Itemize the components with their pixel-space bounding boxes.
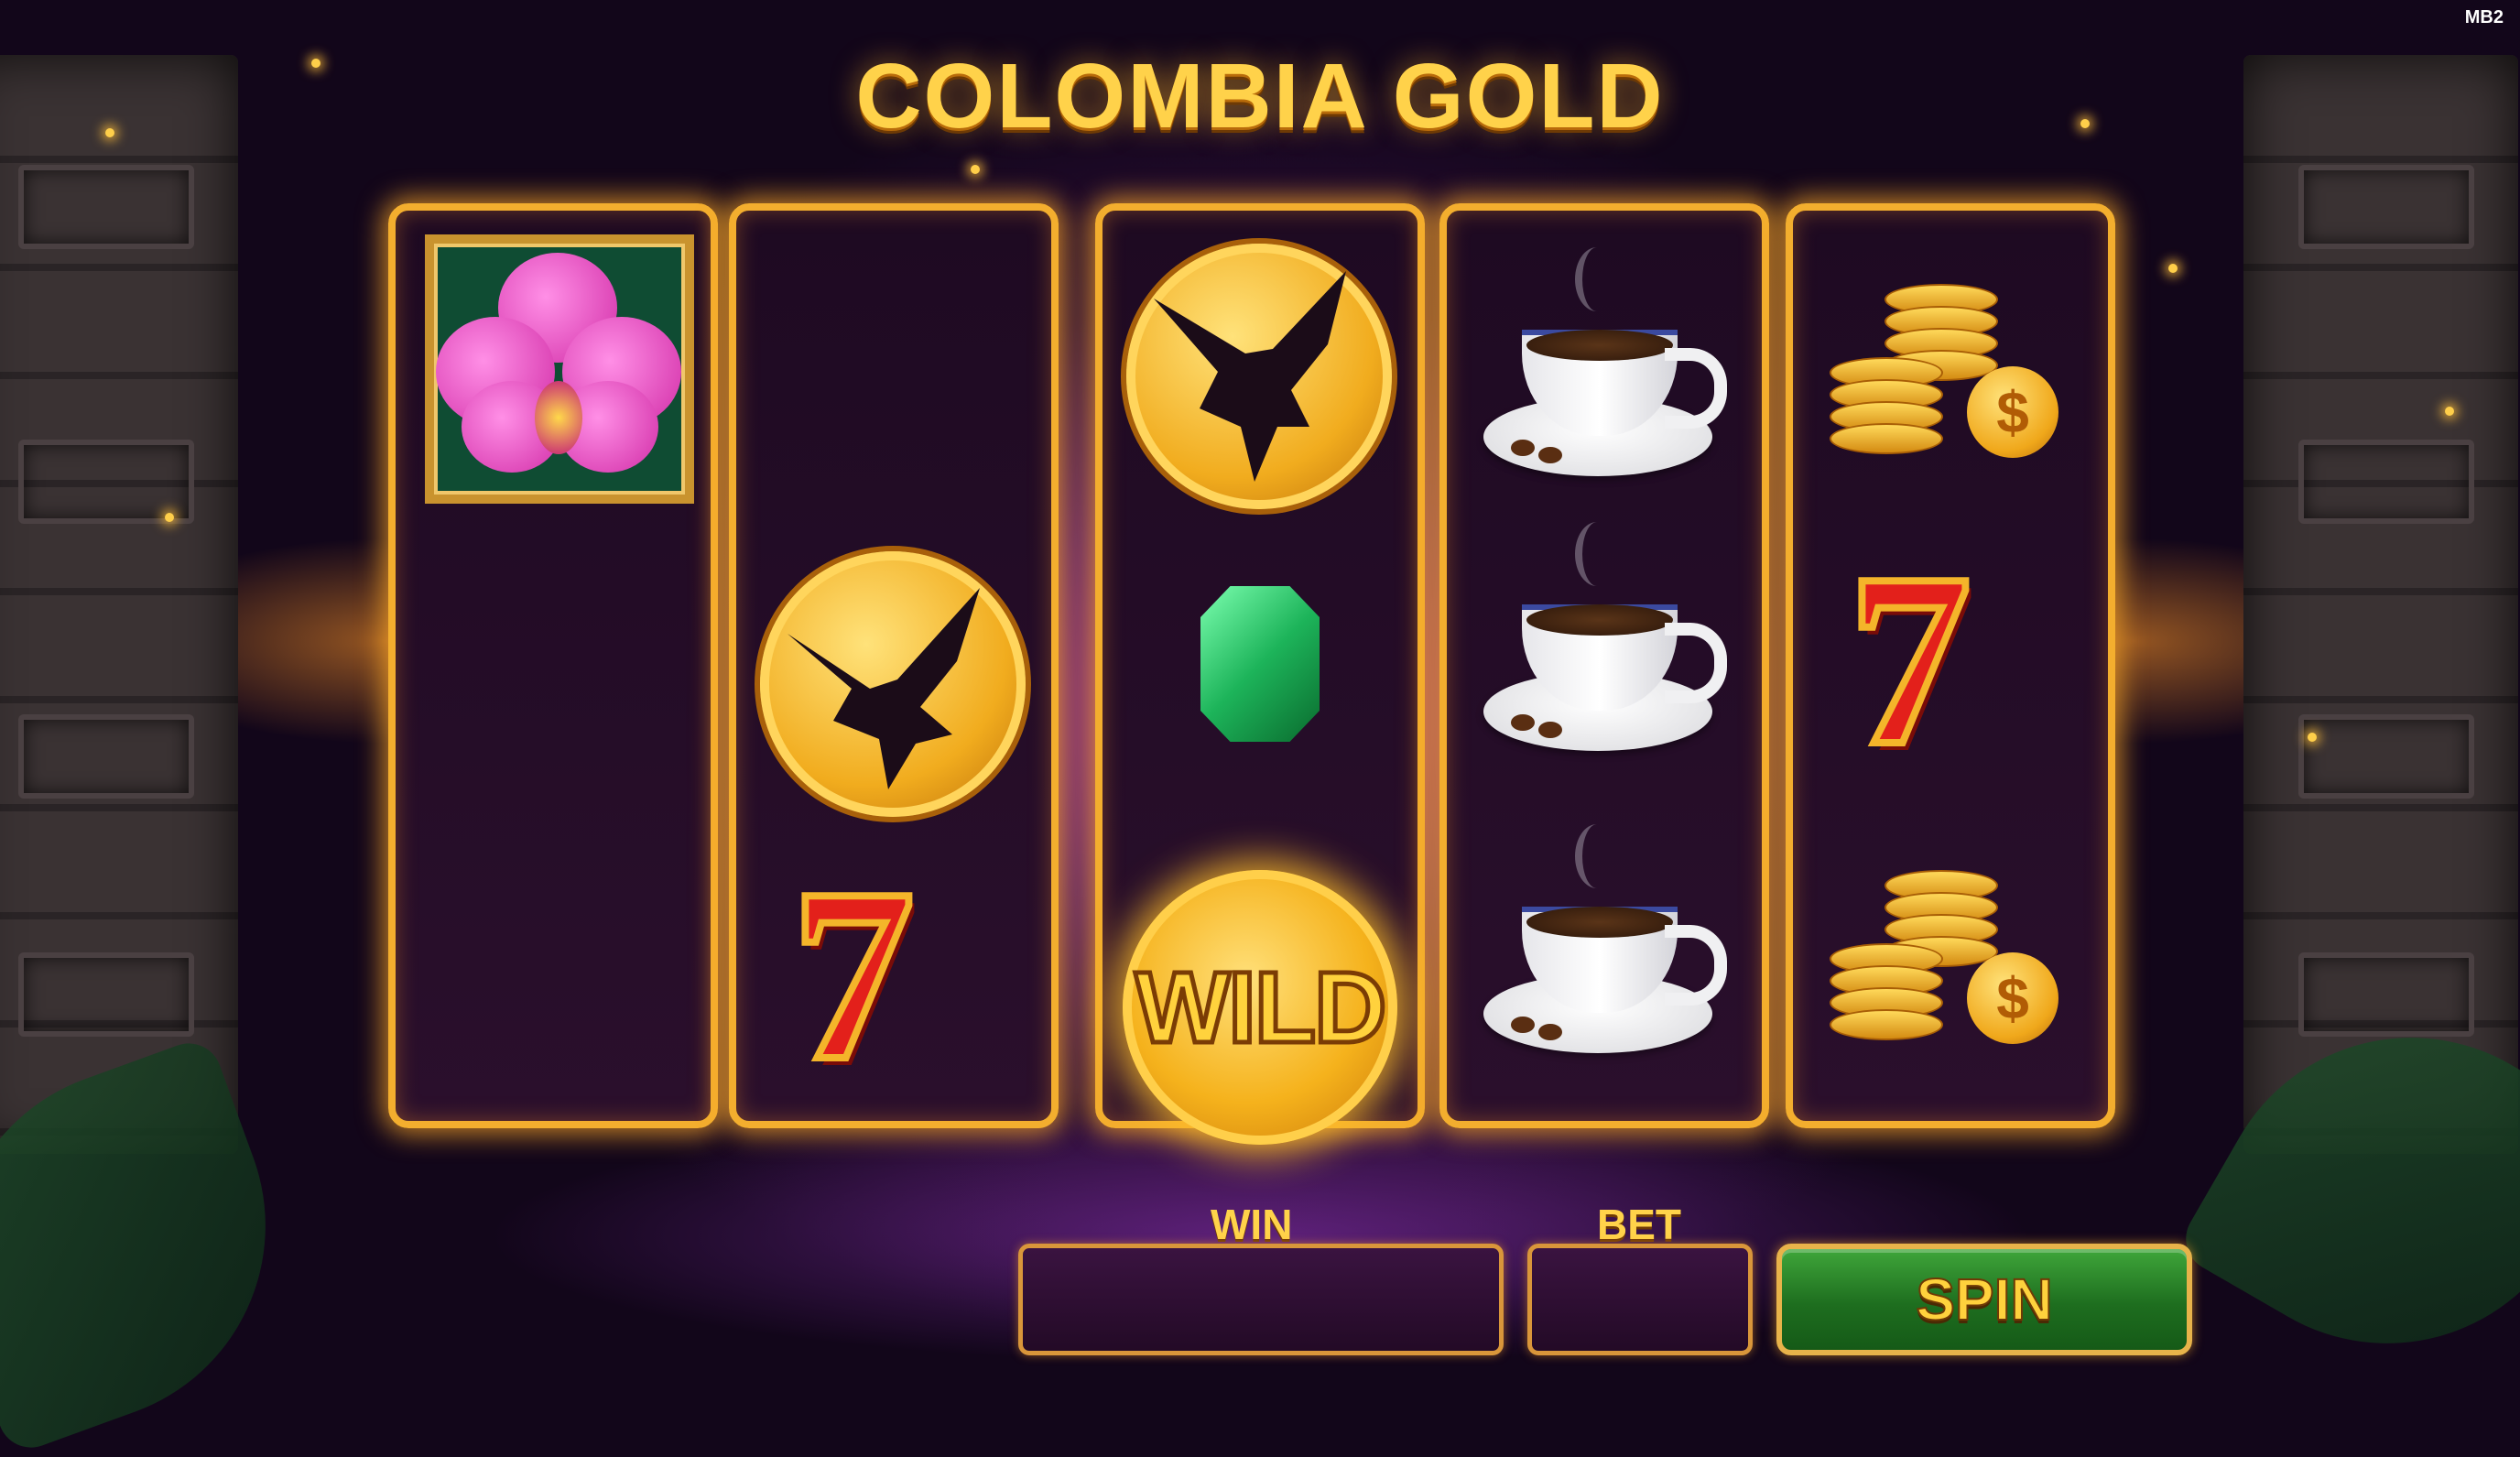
game-title: COLOMBIA GOLD (855, 45, 1665, 147)
firefly-sparkle-icon (165, 513, 174, 522)
win-display (1018, 1244, 1504, 1355)
eagle-coin-icon (1126, 244, 1392, 509)
spin-button[interactable]: SPIN (1776, 1244, 2192, 1355)
reel-2: 7 (729, 203, 1059, 1128)
coffee-cup-icon (1483, 522, 1727, 760)
reel-3: WILD (1095, 203, 1425, 1145)
pillar-carving (18, 952, 194, 1037)
reel-5: $ 7 $ (1786, 203, 2115, 1128)
reel-4 (1439, 203, 1769, 1128)
pillar-carving (18, 714, 194, 799)
stone-pillar-right (2243, 55, 2518, 1154)
pillar-carving (2298, 165, 2474, 249)
seven-icon: 7 (1844, 523, 1975, 797)
wild-icon: WILD (1123, 870, 1397, 1145)
spin-label: SPIN (1915, 1266, 2053, 1333)
emerald-icon (1200, 586, 1320, 742)
jungle-leaf-icon (0, 1034, 321, 1457)
coffee-cup-icon (1483, 247, 1727, 485)
pillar-carving (18, 440, 194, 524)
win-label: WIN (1211, 1201, 1293, 1248)
firefly-sparkle-icon (2168, 264, 2178, 273)
corner-tag: MB2 (2464, 7, 2504, 27)
gold-coins-icon: $ (1830, 266, 2077, 485)
reel-1 (388, 203, 718, 1128)
pillar-carving (2298, 440, 2474, 524)
firefly-sparkle-icon (2308, 733, 2317, 742)
coffee-cup-icon (1483, 824, 1727, 1062)
bet-label: BET (1597, 1201, 1681, 1248)
orchid-icon (425, 234, 694, 504)
gold-coins-icon: $ (1830, 852, 2077, 1071)
pillar-carving (2298, 952, 2474, 1037)
seven-icon: 7 (788, 838, 918, 1112)
firefly-sparkle-icon (2445, 407, 2454, 416)
wild-label: WILD (1133, 949, 1389, 1066)
eagle-coin-icon (760, 551, 1026, 817)
pillar-carving (18, 165, 194, 249)
bet-display[interactable] (1527, 1244, 1753, 1355)
stone-pillar-left (0, 55, 238, 1154)
pillar-carving (2298, 714, 2474, 799)
firefly-sparkle-icon (971, 165, 980, 174)
